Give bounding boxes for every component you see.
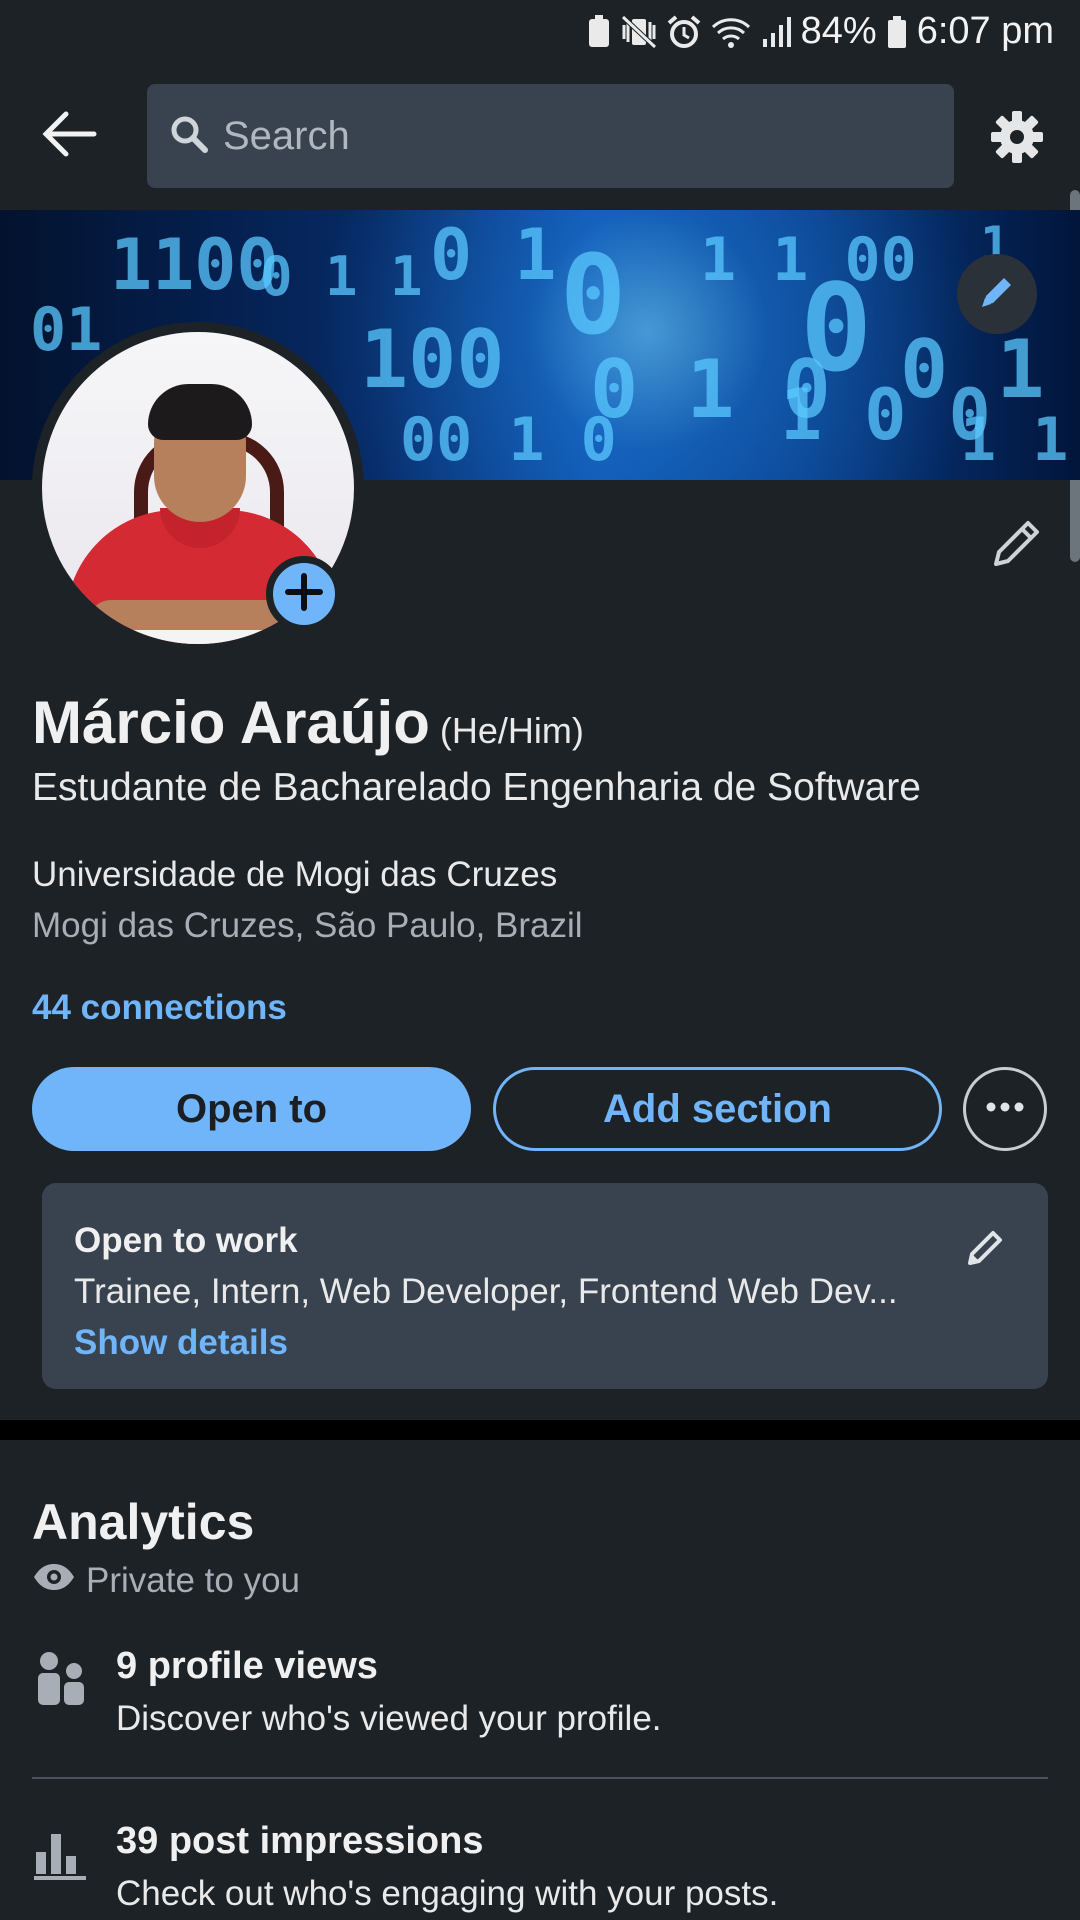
- battery-icon: [887, 15, 907, 49]
- battery-saver-icon: [587, 14, 611, 49]
- plus-icon: [284, 572, 324, 617]
- post-impressions-desc: Check out who's engaging with your posts…: [116, 1874, 779, 1913]
- gear-icon[interactable]: [990, 110, 1044, 164]
- open-to-work-card[interactable]: Open to work Trainee, Intern, Web Develo…: [42, 1183, 1048, 1389]
- battery-percent: 84%: [800, 10, 877, 52]
- add-section-button[interactable]: Add section: [493, 1067, 942, 1151]
- profile-school: Universidade de Mogi das Cruzes: [32, 855, 558, 894]
- open-to-work-roles: Trainee, Intern, Web Developer, Frontend…: [74, 1272, 898, 1311]
- privacy-label: Private to you: [86, 1561, 300, 1600]
- top-app-bar: Search: [0, 64, 1080, 208]
- section-divider: [0, 1420, 1080, 1440]
- connections-link[interactable]: 44 connections: [32, 988, 287, 1028]
- vibrate-mute-icon: [620, 14, 657, 49]
- back-arrow-icon[interactable]: [36, 104, 106, 164]
- analytics-title: Analytics: [32, 1494, 255, 1550]
- profile-headline: Estudante de Bacharelado Engenharia de S…: [32, 766, 921, 809]
- wifi-icon: [711, 15, 751, 49]
- search-icon: [169, 114, 209, 159]
- people-icon: [32, 1651, 88, 1707]
- search-placeholder: Search: [223, 113, 350, 158]
- signal-icon: [761, 15, 791, 49]
- add-photo-button[interactable]: [266, 556, 342, 632]
- profile-views-title: 9 profile views: [116, 1645, 378, 1687]
- more-options-button[interactable]: [963, 1067, 1047, 1151]
- profile-name: Márcio Araújo: [32, 689, 430, 756]
- post-impressions-title: 39 post impressions: [116, 1820, 484, 1862]
- more-icon: [985, 1100, 1025, 1118]
- pencil-icon: [978, 273, 1016, 316]
- clock: 6:07 pm: [916, 10, 1054, 52]
- analytics-privacy: Private to you: [32, 1561, 300, 1601]
- show-details-link[interactable]: Show details: [74, 1323, 288, 1363]
- profile-location: Mogi das Cruzes, São Paulo, Brazil: [32, 906, 583, 945]
- bar-chart-icon: [32, 1826, 88, 1882]
- list-divider: [32, 1777, 1048, 1779]
- edit-open-to-work-pencil-icon[interactable]: [964, 1225, 1008, 1269]
- open-to-work-title: Open to work: [74, 1221, 298, 1260]
- alarm-icon: [667, 14, 701, 49]
- profile-name-row: Márcio Araújo (He/Him): [32, 688, 584, 757]
- status-bar: 84% 6:07 pm: [0, 0, 1080, 64]
- edit-banner-button[interactable]: [957, 254, 1037, 334]
- search-input[interactable]: Search: [147, 84, 954, 188]
- edit-profile-pencil-icon[interactable]: [988, 514, 1046, 572]
- profile-pronouns: (He/Him): [439, 710, 584, 751]
- eye-icon: [32, 1561, 76, 1601]
- open-to-button[interactable]: Open to: [32, 1067, 471, 1151]
- profile-views-desc: Discover who's viewed your profile.: [116, 1699, 662, 1738]
